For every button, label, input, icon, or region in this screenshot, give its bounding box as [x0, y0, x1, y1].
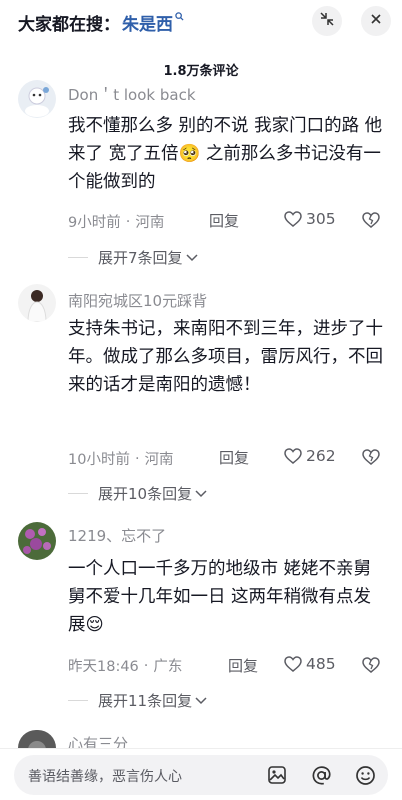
heart-icon — [284, 211, 302, 227]
comment-meta: 9小时前 · 河南 — [68, 211, 164, 232]
collapse-icon — [320, 12, 334, 30]
comment-location: 河南 — [144, 452, 174, 468]
expand-replies-button[interactable]: 展开11条回复 — [68, 690, 207, 711]
broken-heart-icon — [362, 657, 380, 673]
reply-button[interactable]: 回复 — [219, 447, 249, 468]
broken-heart-icon — [362, 212, 380, 228]
reply-button[interactable]: 回复 — [209, 210, 239, 231]
comment-username[interactable]: 1219、忘不了 — [68, 525, 166, 546]
dislike-button[interactable] — [362, 657, 380, 677]
collapse-button[interactable] — [312, 6, 342, 36]
comment-input-bar: 善语结善缘，恶言伤人心 — [0, 748, 402, 800]
like-button[interactable]: 262 — [284, 447, 336, 465]
chevron-down-icon — [195, 489, 207, 497]
expand-replies-button[interactable]: 展开10条回复 — [68, 483, 207, 504]
avatar[interactable] — [18, 730, 56, 748]
dislike-button[interactable] — [362, 212, 380, 232]
search-icon — [175, 11, 184, 24]
image-icon[interactable] — [266, 764, 288, 786]
comment-location: 河南 — [135, 215, 165, 231]
comment-username[interactable]: 南阳宛城区10元踩背 — [68, 290, 207, 311]
expand-divider — [68, 700, 88, 701]
like-button[interactable]: 485 — [284, 655, 336, 673]
expand-divider — [68, 257, 88, 258]
dislike-button[interactable] — [362, 449, 380, 469]
expand-replies-button[interactable]: 展开7条回复 — [68, 247, 198, 268]
like-count: 262 — [306, 447, 336, 465]
expand-replies-label: 展开10条回复 — [98, 485, 193, 503]
comment-text: 我不懂那么多 别的不说 我家门口的路 他来了 宽了五倍🥺 之前那么多书记没有一个… — [68, 116, 383, 192]
expand-replies-label: 展开7条回复 — [98, 249, 183, 267]
chevron-down-icon — [186, 253, 198, 261]
search-prefix-label: 大家都在搜： — [18, 14, 120, 35]
like-count: 305 — [306, 210, 336, 228]
chevron-down-icon — [195, 696, 207, 704]
comment-time: 昨天18:46 — [68, 659, 139, 675]
like-count: 485 — [306, 655, 336, 673]
comment-username[interactable]: Don＇t look back — [68, 84, 196, 105]
like-button[interactable]: 305 — [284, 210, 336, 228]
avatar[interactable] — [18, 522, 56, 560]
comment-count: 1.8万条评论 — [163, 64, 239, 79]
avatar[interactable] — [18, 284, 56, 322]
search-term-link[interactable]: 朱是西 — [122, 10, 173, 35]
expand-replies-label: 展开11条回复 — [98, 692, 193, 710]
at-icon[interactable] — [310, 764, 332, 786]
close-button[interactable] — [361, 6, 391, 36]
comment-meta: 10小时前 · 河南 — [68, 448, 174, 469]
emoji-icon[interactable] — [354, 764, 376, 786]
avatar[interactable] — [18, 80, 56, 118]
heart-icon — [284, 656, 302, 672]
comment-time: 10小时前 — [68, 452, 130, 468]
reply-button[interactable]: 回复 — [228, 655, 258, 676]
expand-divider — [68, 493, 88, 494]
close-icon — [370, 13, 382, 29]
heart-icon — [284, 448, 302, 464]
comment-text: 支持朱书记，来南阳不到三年，进步了十年。做成了那么多项目，雷厉风行，不回来的话才… — [68, 319, 383, 395]
comment-text: 一个人口一千多万的地级市 姥姥不亲舅舅不爱十几年如一日 这两年稍微有点发展😌 — [68, 559, 372, 635]
comment-meta: 昨天18:46 · 广东 — [68, 655, 182, 676]
comment-location: 广东 — [153, 659, 183, 675]
comment-input-placeholder: 善语结善缘，恶言伤人心 — [28, 769, 182, 785]
broken-heart-icon — [362, 449, 380, 465]
comment-input[interactable]: 善语结善缘，恶言伤人心 — [14, 755, 388, 795]
comment-time: 9小时前 — [68, 215, 121, 231]
